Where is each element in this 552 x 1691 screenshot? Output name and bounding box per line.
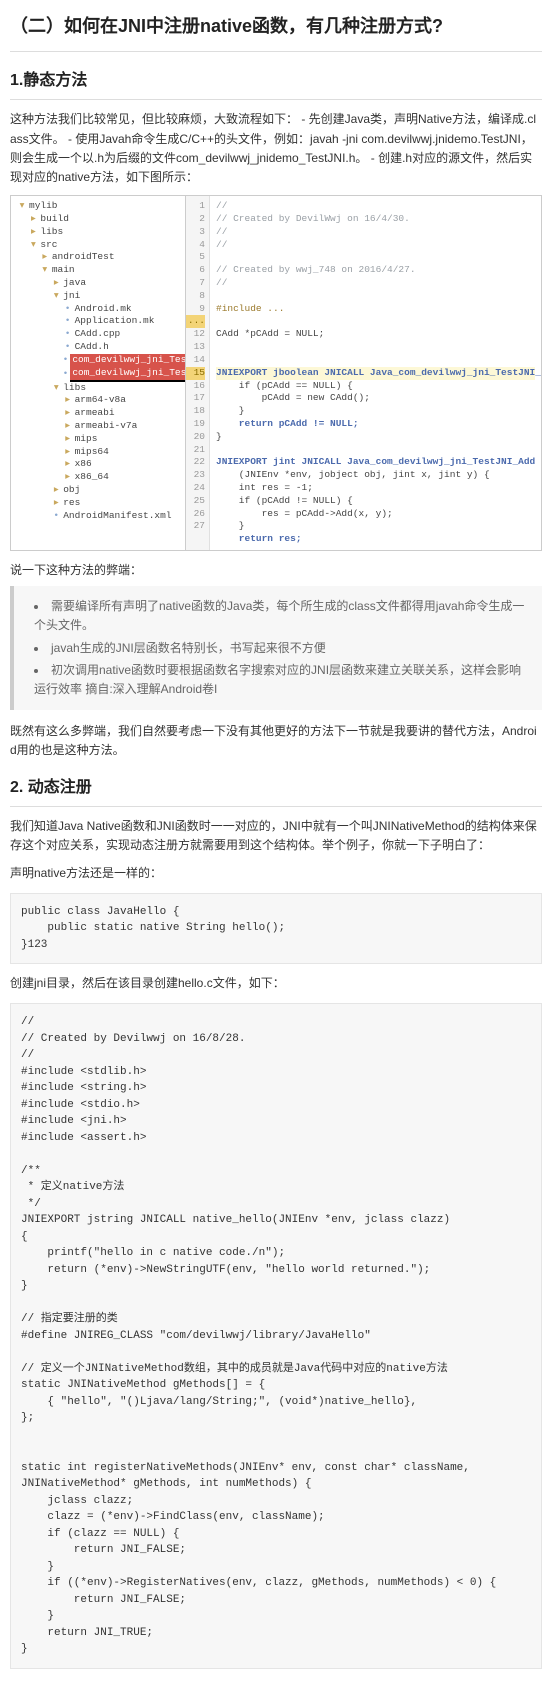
tree-item: ▾src [17,239,185,252]
section-2-p3: 创建jni目录，然后在该目录创建hello.c文件，如下： [10,974,542,993]
tree-item: ▸build [17,213,185,226]
tree-item: ▸libs [17,226,185,239]
tree-item: •AndroidManifest.xml [17,510,185,523]
code-screenshot: ▾mylib ▸build ▸libs ▾src ▸androidTest ▾m… [10,195,542,551]
section-1-outro: 既然有这么多弊端，我们自然要考虑一下没有其他更好的方法下一节就是我要讲的替代方法… [10,722,542,760]
tree-item: •Android.mk [17,303,185,316]
section-2-p1: 我们知道Java Native函数和JNI函数时一一对应的，JNI中就有一个叫J… [10,817,542,855]
list-item: 需要编译所有声明了native函数的Java类，每个所生成的class文件都得用… [34,597,532,635]
section-2-heading: 2. 动态注册 [10,775,542,808]
bullets-caption: 说一下这种方法的弊端： [10,561,542,580]
tree-item: ▸java [17,277,185,290]
tree-item: ▸armeabi [17,407,185,420]
section-2-p2: 声明native方法还是一样的： [10,864,542,883]
tree-item: ▾mylib [17,200,185,213]
tree-item: ▸mips [17,433,185,446]
code-content: //// Created by DevilWwj on 16/4/30.////… [210,196,541,550]
tree-item: ▾jni [17,290,185,303]
tree-item: ▸androidTest [17,251,185,264]
file-tree-panel: ▾mylib ▸build ▸libs ▾src ▸androidTest ▾m… [11,196,186,550]
tree-item: ▸res [17,497,185,510]
tree-item: •CAdd.cpp [17,328,185,341]
tree-item: ▸x86 [17,458,185,471]
tree-item: ▸arm64-v8a [17,394,185,407]
tree-item: •CAdd.h [17,341,185,354]
section-1-intro: 这种方法我们比较常见，但比较麻烦，大致流程如下： - 先创建Java类，声明Na… [10,110,542,187]
code-block-java: public class JavaHello { public static n… [10,893,542,965]
tree-item: •Application.mk [17,315,185,328]
tree-item: ▾main [17,264,185,277]
code-gutter: 123456789...1213141516171819202122232425… [186,196,210,550]
list-item: 初次调用native函数时要根据函数名字搜索对应的JNI层函数来建立关联关系，这… [34,661,532,699]
section-1-heading: 1.静态方法 [10,68,542,101]
tree-item: •com_devilwwj_jni_TestJNI.cpp [17,354,185,367]
list-item: javah生成的JNI层函数名特别长，书写起来很不方便 [34,639,532,658]
code-block-c: // // Created by Devilwwj on 16/8/28. //… [10,1003,542,1669]
tree-item: ▸mips64 [17,446,185,459]
tree-item: ▸x86_64 [17,471,185,484]
tree-item: ▸armeabi-v7a [17,420,185,433]
tree-item: ▾libs [17,382,185,395]
tree-item: ▸obj [17,484,185,497]
tree-item: •com_devilwwj_jni_TestJNI.h [17,367,185,382]
article-title: （二）如何在JNI中注册native函数，有几种注册方式? [10,12,542,52]
drawback-list: 需要编译所有声明了native函数的Java类，每个所生成的class文件都得用… [10,586,542,710]
